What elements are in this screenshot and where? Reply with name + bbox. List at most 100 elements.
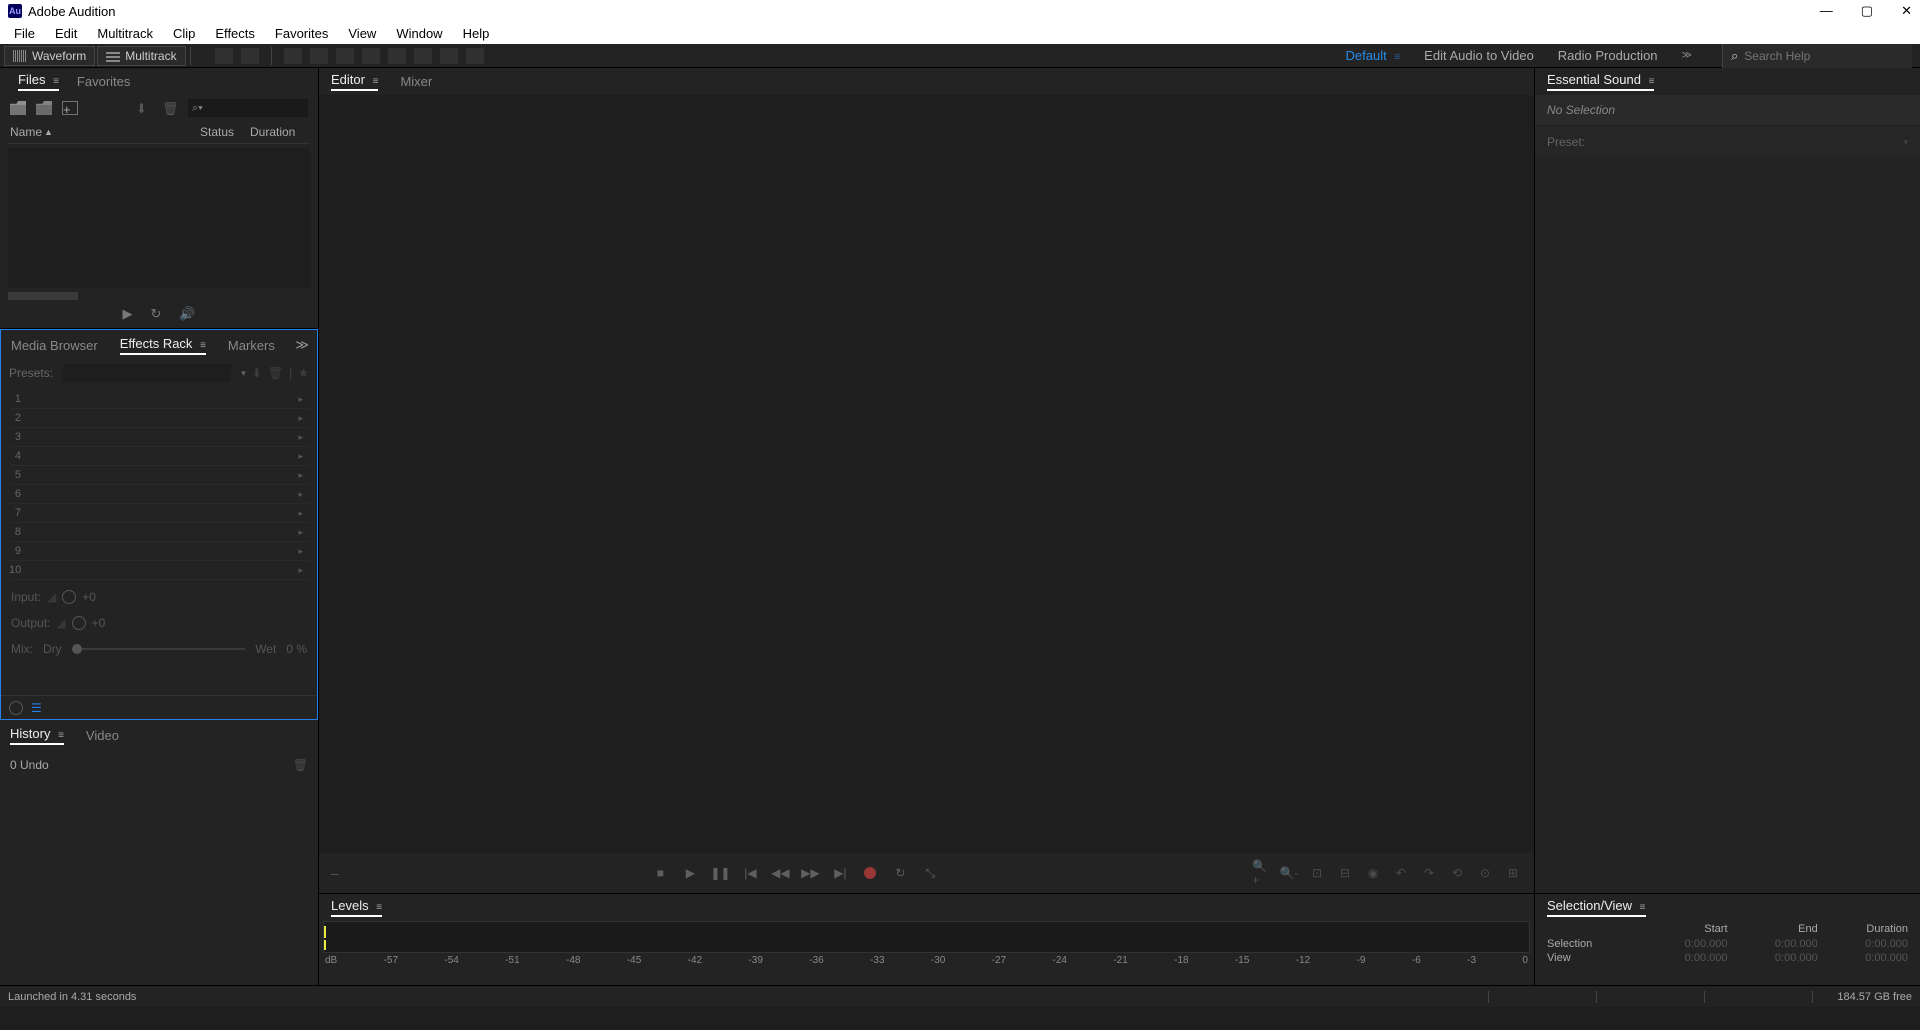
effect-slot[interactable]: 7▸	[9, 504, 309, 523]
levels-meter[interactable]	[323, 921, 1530, 953]
tab-mixer[interactable]: Mixer	[400, 74, 432, 89]
panel-menu-icon[interactable]: ≡	[200, 340, 206, 351]
slot-menu-icon[interactable]: ▸	[298, 470, 303, 481]
tab-effects-rack[interactable]: Effects Rack ≡	[120, 336, 206, 355]
tab-levels[interactable]: Levels ≡	[331, 898, 382, 917]
effect-slot[interactable]: 2▸	[9, 409, 309, 428]
slot-menu-icon[interactable]: ▸	[298, 546, 303, 557]
brush-tool-icon[interactable]	[440, 48, 458, 64]
tab-files[interactable]: Files ≡	[18, 72, 59, 91]
menu-window[interactable]: Window	[386, 24, 452, 43]
new-file-icon[interactable]: +	[62, 101, 78, 115]
effect-slot[interactable]: 3▸	[9, 428, 309, 447]
zoom-nav-icon[interactable]: ⊞	[1504, 865, 1522, 881]
delete-preset-icon[interactable]: 🗑	[268, 366, 283, 380]
effect-slot[interactable]: 5▸	[9, 466, 309, 485]
slot-menu-icon[interactable]: ▸	[298, 413, 303, 424]
maximize-button[interactable]: ▢	[1861, 3, 1873, 19]
slot-menu-icon[interactable]: ▸	[298, 394, 303, 405]
skip-selection-button[interactable]: ⤡	[921, 865, 939, 881]
razor-tool-icon[interactable]	[310, 48, 328, 64]
tab-markers[interactable]: Markers	[228, 338, 275, 353]
slot-menu-icon[interactable]: ▸	[298, 565, 303, 576]
panel-menu-icon[interactable]: ≡	[1649, 76, 1655, 87]
selection-duration[interactable]: 0:00.000	[1818, 938, 1908, 950]
menu-multitrack[interactable]: Multitrack	[87, 24, 163, 43]
tab-selection-view[interactable]: Selection/View ≡	[1547, 898, 1646, 917]
workspace-more-icon[interactable]: ≫	[1682, 50, 1692, 61]
zoom-toggle-icon[interactable]: ⟲	[1448, 865, 1466, 881]
marquee-tool-icon[interactable]	[388, 48, 406, 64]
play-button[interactable]: ▶	[681, 865, 699, 881]
files-list[interactable]	[8, 148, 310, 288]
waveform-view-button[interactable]: Waveform	[4, 46, 95, 66]
tab-favorites[interactable]: Favorites	[77, 74, 130, 89]
spectral-tool-icon[interactable]	[241, 48, 259, 64]
effect-slot[interactable]: 9▸	[9, 542, 309, 561]
slip-tool-icon[interactable]	[336, 48, 354, 64]
power-button[interactable]	[9, 701, 23, 715]
zoom-full-icon[interactable]: ⊡	[1308, 865, 1326, 881]
menu-help[interactable]: Help	[453, 24, 500, 43]
forward-end-button[interactable]: ▶|	[831, 865, 849, 881]
panel-menu-icon[interactable]: ≡	[58, 730, 64, 741]
menu-favorites[interactable]: Favorites	[265, 24, 338, 43]
workspace-edit-audio[interactable]: Edit Audio to Video	[1424, 48, 1534, 63]
loop-button[interactable]: ↻	[891, 865, 909, 881]
effect-slot[interactable]: 6▸	[9, 485, 309, 504]
output-knob[interactable]	[72, 616, 86, 630]
menu-view[interactable]: View	[338, 24, 386, 43]
zoom-reset-icon[interactable]: ⊙	[1476, 865, 1494, 881]
more-tabs-icon[interactable]: ≫	[295, 337, 309, 353]
lasso-tool-icon[interactable]	[414, 48, 432, 64]
menu-file[interactable]: File	[4, 24, 45, 43]
effect-slot[interactable]: 1▸	[9, 390, 309, 409]
slot-menu-icon[interactable]: ▸	[298, 432, 303, 443]
panel-menu-icon[interactable]: ≡	[1640, 902, 1646, 913]
autoplay-icon[interactable]: 🔊	[179, 306, 195, 322]
view-end[interactable]: 0:00.000	[1728, 952, 1818, 964]
help-search[interactable]: ⌕	[1722, 44, 1912, 68]
tab-video[interactable]: Video	[86, 728, 119, 743]
stop-button[interactable]: ■	[651, 865, 669, 881]
presets-dropdown[interactable]	[63, 364, 231, 382]
close-button[interactable]: ✕	[1901, 3, 1912, 19]
rewind-start-button[interactable]: |◀	[741, 865, 759, 881]
list-view-icon[interactable]: ☰	[31, 701, 42, 715]
effect-slot[interactable]: 4▸	[9, 447, 309, 466]
open-file-icon[interactable]	[10, 101, 26, 115]
panel-menu-icon[interactable]: ≡	[373, 76, 379, 87]
slot-menu-icon[interactable]: ▸	[298, 489, 303, 500]
files-search[interactable]: ⌕▾	[188, 99, 308, 117]
play-preview-icon[interactable]: ▶	[122, 306, 132, 322]
selection-start[interactable]: 0:00.000	[1637, 938, 1727, 950]
zoom-in-time-icon[interactable]: ◉	[1364, 865, 1382, 881]
selection-end[interactable]: 0:00.000	[1728, 938, 1818, 950]
mix-slider-thumb[interactable]	[72, 644, 82, 654]
move-tool-icon[interactable]	[284, 48, 302, 64]
zoom-out-icon[interactable]: 🔍-	[1280, 865, 1298, 881]
rewind-button[interactable]: ◀◀	[771, 865, 789, 881]
slot-menu-icon[interactable]: ▸	[298, 508, 303, 519]
multitrack-view-button[interactable]: Multitrack	[97, 46, 185, 66]
hud-tool-icon[interactable]	[215, 48, 233, 64]
slot-menu-icon[interactable]: ▸	[298, 527, 303, 538]
clear-history-icon[interactable]: 🗑	[293, 758, 308, 772]
slot-menu-icon[interactable]: ▸	[298, 451, 303, 462]
menu-edit[interactable]: Edit	[45, 24, 87, 43]
time-select-tool-icon[interactable]	[362, 48, 380, 64]
pause-button[interactable]: ❚❚	[711, 865, 729, 881]
mix-slider[interactable]	[72, 648, 246, 650]
save-icon[interactable]: ⬇	[136, 101, 152, 115]
zoom-out-point-icon[interactable]: ↷	[1420, 865, 1438, 881]
zoom-selection-icon[interactable]: ⊟	[1336, 865, 1354, 881]
save-preset-icon[interactable]: ⬇	[252, 366, 262, 380]
panel-menu-icon[interactable]: ≡	[376, 902, 382, 913]
menu-clip[interactable]: Clip	[163, 24, 205, 43]
loop-preview-icon[interactable]: ↻	[150, 306, 161, 322]
fastforward-button[interactable]: ▶▶	[801, 865, 819, 881]
column-duration[interactable]: Duration	[250, 125, 308, 139]
favorite-icon[interactable]: ★	[298, 366, 309, 380]
healing-tool-icon[interactable]	[466, 48, 484, 64]
tab-editor[interactable]: Editor ≡	[331, 72, 378, 91]
